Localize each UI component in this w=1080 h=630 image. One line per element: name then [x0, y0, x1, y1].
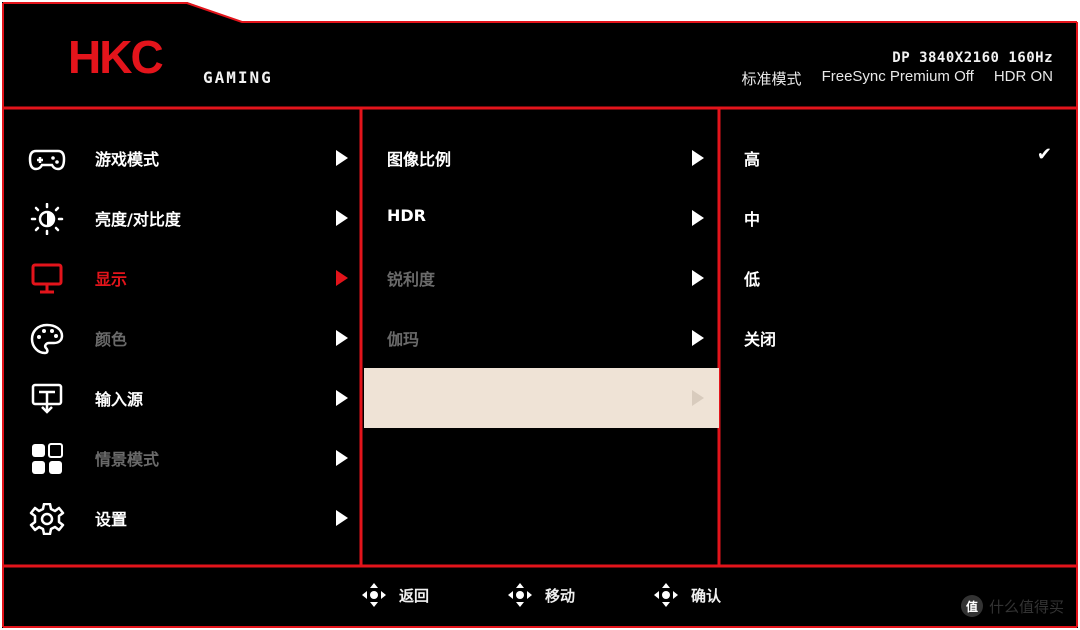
palette-icon — [30, 323, 64, 355]
dpad-icon — [508, 583, 532, 607]
option-low[interactable]: 低 — [722, 248, 1074, 308]
option-label: 关闭 — [744, 330, 777, 349]
submenu-arrow-icon — [692, 390, 704, 406]
option-medium[interactable]: 中 — [722, 188, 1074, 248]
menu-item-color[interactable]: 颜色 — [6, 308, 360, 368]
display-submenu: 图像比例 HDR 锐利度 伽玛 — [364, 110, 719, 566]
watermark-text: 什么值得买 — [988, 597, 1064, 616]
menu-item-label: 设置 — [95, 510, 128, 529]
submenu-item-selected[interactable] — [364, 368, 719, 428]
submenu-arrow-icon — [692, 150, 704, 166]
submenu-item-gamma[interactable]: 伽玛 — [364, 308, 719, 368]
check-icon: ✔ — [1036, 144, 1052, 165]
main-menu: 游戏模式 亮度/对比度 显示 颜色 输入源 情景模式 设置 — [6, 110, 360, 566]
menu-item-settings[interactable]: 设置 — [6, 488, 360, 548]
menu-item-label: 游戏模式 — [95, 150, 160, 169]
option-label: 高 — [744, 150, 761, 169]
submenu-item-hdr[interactable]: HDR — [364, 188, 719, 248]
menu-item-label: 输入源 — [95, 390, 144, 409]
menu-item-input-source[interactable]: 输入源 — [6, 368, 360, 428]
submenu-item-aspect-ratio[interactable]: 图像比例 — [364, 128, 719, 188]
submenu-item-label: 伽玛 — [387, 330, 420, 349]
monitor-icon — [31, 263, 63, 294]
brand-logo-text: HKC — [68, 33, 162, 79]
option-high[interactable]: 高 ✔ — [722, 128, 1074, 188]
brightness-icon — [30, 203, 64, 235]
status-bar: 标准模式 FreeSync Premium Off HDR ON — [742, 68, 1053, 89]
submenu-arrow-icon — [692, 270, 704, 286]
footer-confirm[interactable]: 确认 — [653, 582, 721, 608]
signal-info: DP 3840X2160 160Hz — [892, 50, 1053, 66]
menu-item-label: 显示 — [95, 270, 128, 289]
submenu-arrow-icon — [336, 270, 348, 286]
dpad-icon — [362, 583, 386, 607]
option-list: 高 ✔ 中 低 关闭 — [722, 110, 1074, 566]
watermark-badge: 值 — [960, 595, 983, 617]
footer-move[interactable]: 移动 — [507, 582, 575, 608]
submenu-item-label: HDR — [387, 206, 426, 225]
hdr-status: HDR ON — [993, 68, 1053, 85]
input-source-icon — [31, 383, 63, 414]
menu-item-game-mode[interactable]: 游戏模式 — [6, 128, 360, 188]
submenu-arrow-icon — [336, 390, 348, 406]
submenu-arrow-icon — [336, 330, 348, 346]
hkc-logo: HKC — [68, 33, 164, 79]
option-label: 低 — [744, 270, 761, 289]
picture-mode-status: 标准模式 — [741, 71, 802, 88]
menu-item-label: 亮度/对比度 — [95, 210, 181, 229]
footer-label: 确认 — [691, 586, 722, 605]
menu-item-display[interactable]: 显示 — [6, 248, 360, 308]
watermark: 值 什么值得买 — [960, 595, 1064, 617]
footer-label: 返回 — [399, 586, 430, 605]
scene-mode-icon — [32, 443, 63, 474]
submenu-item-label: 锐利度 — [387, 270, 436, 289]
menu-item-scene-mode[interactable]: 情景模式 — [6, 428, 360, 488]
submenu-item-label: 图像比例 — [387, 150, 452, 169]
dpad-icon — [654, 583, 678, 607]
gear-icon — [29, 503, 65, 535]
submenu-arrow-icon — [336, 510, 348, 526]
submenu-arrow-icon — [336, 450, 348, 466]
menu-item-brightness-contrast[interactable]: 亮度/对比度 — [6, 188, 360, 248]
submenu-arrow-icon — [336, 150, 348, 166]
gamepad-icon — [28, 149, 66, 171]
option-off[interactable]: 关闭 — [722, 308, 1074, 368]
menu-item-label: 情景模式 — [95, 450, 160, 469]
submenu-item-sharpness[interactable]: 锐利度 — [364, 248, 719, 308]
footer-label: 移动 — [545, 586, 576, 605]
freesync-status: FreeSync Premium Off — [821, 68, 974, 85]
menu-item-label: 颜色 — [95, 330, 128, 349]
submenu-arrow-icon — [336, 210, 348, 226]
submenu-arrow-icon — [692, 210, 704, 226]
option-label: 中 — [744, 210, 761, 229]
footer-back[interactable]: 返回 — [361, 582, 429, 608]
submenu-arrow-icon — [692, 330, 704, 346]
brand-subtitle: GAMING — [203, 68, 273, 87]
